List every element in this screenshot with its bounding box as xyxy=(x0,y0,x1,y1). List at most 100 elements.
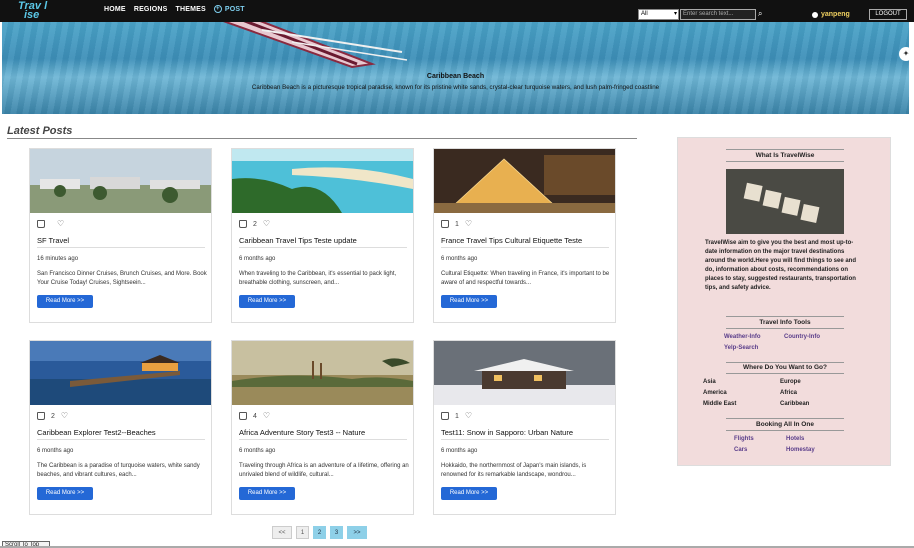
post-image-sf[interactable] xyxy=(30,149,211,213)
post-actions: ♡ xyxy=(37,220,64,228)
section-title: Latest Posts xyxy=(7,125,73,137)
post-image-savanna[interactable] xyxy=(232,341,413,405)
sidebar-rule xyxy=(726,161,844,162)
post-time: 6 months ago xyxy=(239,256,276,262)
card-divider xyxy=(37,439,205,440)
like-count: 4 xyxy=(253,412,257,420)
like-count: 1 xyxy=(455,220,459,228)
heart-icon[interactable]: ♡ xyxy=(263,220,270,228)
thumbs-up-icon[interactable] xyxy=(239,220,247,228)
top-navbar: Trav l ise HOME REGIONS THEMES + POST Al… xyxy=(0,0,914,22)
post-image-sapporo[interactable] xyxy=(434,341,615,405)
heart-icon[interactable]: ♡ xyxy=(263,412,270,420)
sidebar: What Is TravelWise TravelWise aim to giv… xyxy=(677,137,891,466)
card-divider xyxy=(239,247,407,248)
heart-icon[interactable]: ♡ xyxy=(465,220,472,228)
sidebar-rule xyxy=(726,373,844,374)
sidebar-rule xyxy=(726,328,844,329)
read-more-button[interactable]: Read More >> xyxy=(441,295,497,308)
heart-icon[interactable]: ♡ xyxy=(465,412,472,420)
thumbs-up-icon[interactable] xyxy=(37,220,45,228)
region-asia[interactable]: Asia xyxy=(703,379,716,385)
nav-themes[interactable]: THEMES xyxy=(176,6,206,13)
nav-home[interactable]: HOME xyxy=(104,6,126,13)
post-time: 16 minutes ago xyxy=(37,256,79,262)
post-actions: 1 ♡ xyxy=(441,412,472,420)
post-title[interactable]: France Travel Tips Cultural Etiquette Te… xyxy=(441,236,611,245)
search-icon[interactable]: ⌕ xyxy=(758,9,768,19)
post-actions: 4 ♡ xyxy=(239,412,270,420)
pagination: << 1 2 3 >> xyxy=(272,526,367,539)
post-image-pier[interactable] xyxy=(30,341,211,405)
post-title[interactable]: Caribbean Explorer Test2--Beaches xyxy=(37,428,207,437)
page-2-button[interactable]: 2 xyxy=(313,526,326,539)
hero-banner: Caribbean Beach Caribbean Beach is a pic… xyxy=(2,22,909,114)
post-card: 4 ♡ Africa Adventure Story Test3 -- Natu… xyxy=(231,340,414,515)
nav-regions[interactable]: REGIONS xyxy=(134,6,168,13)
site-logo[interactable]: Trav l ise xyxy=(18,1,47,21)
region-africa[interactable]: Africa xyxy=(780,390,797,396)
heart-icon[interactable]: ♡ xyxy=(57,220,64,228)
post-card: 2 ♡ Caribbean Explorer Test2--Beaches 6 … xyxy=(29,340,212,515)
carousel-next-icon[interactable]: ✦ xyxy=(899,47,909,61)
thumbs-up-icon[interactable] xyxy=(441,220,449,228)
read-more-button[interactable]: Read More >> xyxy=(37,295,93,308)
card-divider xyxy=(239,439,407,440)
post-excerpt: The Caribbean is a paradise of turquoise… xyxy=(37,463,200,478)
user-menu[interactable]: yanpeng xyxy=(812,11,850,18)
tool-weather-link[interactable]: Weather-Info xyxy=(724,334,761,340)
region-europe[interactable]: Europe xyxy=(780,379,801,385)
like-count: 2 xyxy=(51,412,55,420)
post-title[interactable]: Test11: Snow in Sapporo: Urban Nature xyxy=(441,428,611,437)
region-middle-east[interactable]: Middle East xyxy=(703,401,736,407)
read-more-button[interactable]: Read More >> xyxy=(37,487,93,500)
search-category-select[interactable]: All ▾ xyxy=(638,9,679,20)
where-title: Where Do You Want to Go? xyxy=(742,364,827,371)
post-title[interactable]: Caribbean Travel Tips Teste update xyxy=(239,236,409,245)
post-excerpt: San Francisco Dinner Cruises, Brunch Cru… xyxy=(37,271,207,286)
blog-image xyxy=(726,169,844,234)
post-card: 2 ♡ Caribbean Travel Tips Teste update 6… xyxy=(231,148,414,323)
heart-icon[interactable]: ♡ xyxy=(61,412,68,420)
post-actions: 2 ♡ xyxy=(239,220,270,228)
post-time: 6 months ago xyxy=(239,448,276,454)
region-america[interactable]: America xyxy=(703,390,727,396)
nav-links: HOME REGIONS THEMES + POST xyxy=(104,5,245,13)
page-first-button[interactable]: << xyxy=(272,526,292,539)
post-time: 6 months ago xyxy=(441,448,478,454)
page-3-button[interactable]: 3 xyxy=(330,526,343,539)
booking-cars-link[interactable]: Cars xyxy=(734,447,747,453)
card-divider xyxy=(441,439,609,440)
tool-yelp-link[interactable]: Yelp-Search xyxy=(724,345,758,351)
tool-country-link[interactable]: Country-Info xyxy=(784,334,820,340)
search-input[interactable]: Enter search text... xyxy=(680,9,756,20)
booking-flights-link[interactable]: Flights xyxy=(734,436,754,442)
post-card: ♡ SF Travel 16 minutes ago San Francisco… xyxy=(29,148,212,323)
read-more-button[interactable]: Read More >> xyxy=(441,487,497,500)
nav-post[interactable]: + POST xyxy=(213,5,245,13)
thumbs-up-icon[interactable] xyxy=(37,412,45,420)
thumbs-up-icon[interactable] xyxy=(239,412,247,420)
region-caribbean[interactable]: Caribbean xyxy=(780,401,809,407)
logout-button[interactable]: LOGOUT xyxy=(869,9,907,20)
booking-homestay-link[interactable]: Homestay xyxy=(786,447,815,453)
booking-hotels-link[interactable]: Hotels xyxy=(786,436,804,442)
hero-water-texture xyxy=(2,22,909,114)
read-more-button[interactable]: Read More >> xyxy=(239,487,295,500)
post-image-louvre[interactable] xyxy=(434,149,615,213)
hero-title: Caribbean Beach xyxy=(426,73,485,80)
read-more-button[interactable]: Read More >> xyxy=(239,295,295,308)
post-title[interactable]: Africa Adventure Story Test3 -- Nature xyxy=(239,428,409,437)
post-card: 1 ♡ Test11: Snow in Sapporo: Urban Natur… xyxy=(433,340,616,515)
page-last-button[interactable]: >> xyxy=(347,526,367,539)
post-title[interactable]: SF Travel xyxy=(37,236,207,245)
post-excerpt: Traveling through Africa is an adventure… xyxy=(239,463,409,478)
post-time: 6 months ago xyxy=(441,256,478,262)
boat-image xyxy=(223,22,408,69)
post-image-caribbean[interactable] xyxy=(232,149,413,213)
thumbs-up-icon[interactable] xyxy=(441,412,449,420)
chevron-down-icon: ▾ xyxy=(673,11,677,17)
sidebar-rule xyxy=(726,149,844,150)
page-1-button[interactable]: 1 xyxy=(296,526,309,539)
like-count: 1 xyxy=(455,412,459,420)
